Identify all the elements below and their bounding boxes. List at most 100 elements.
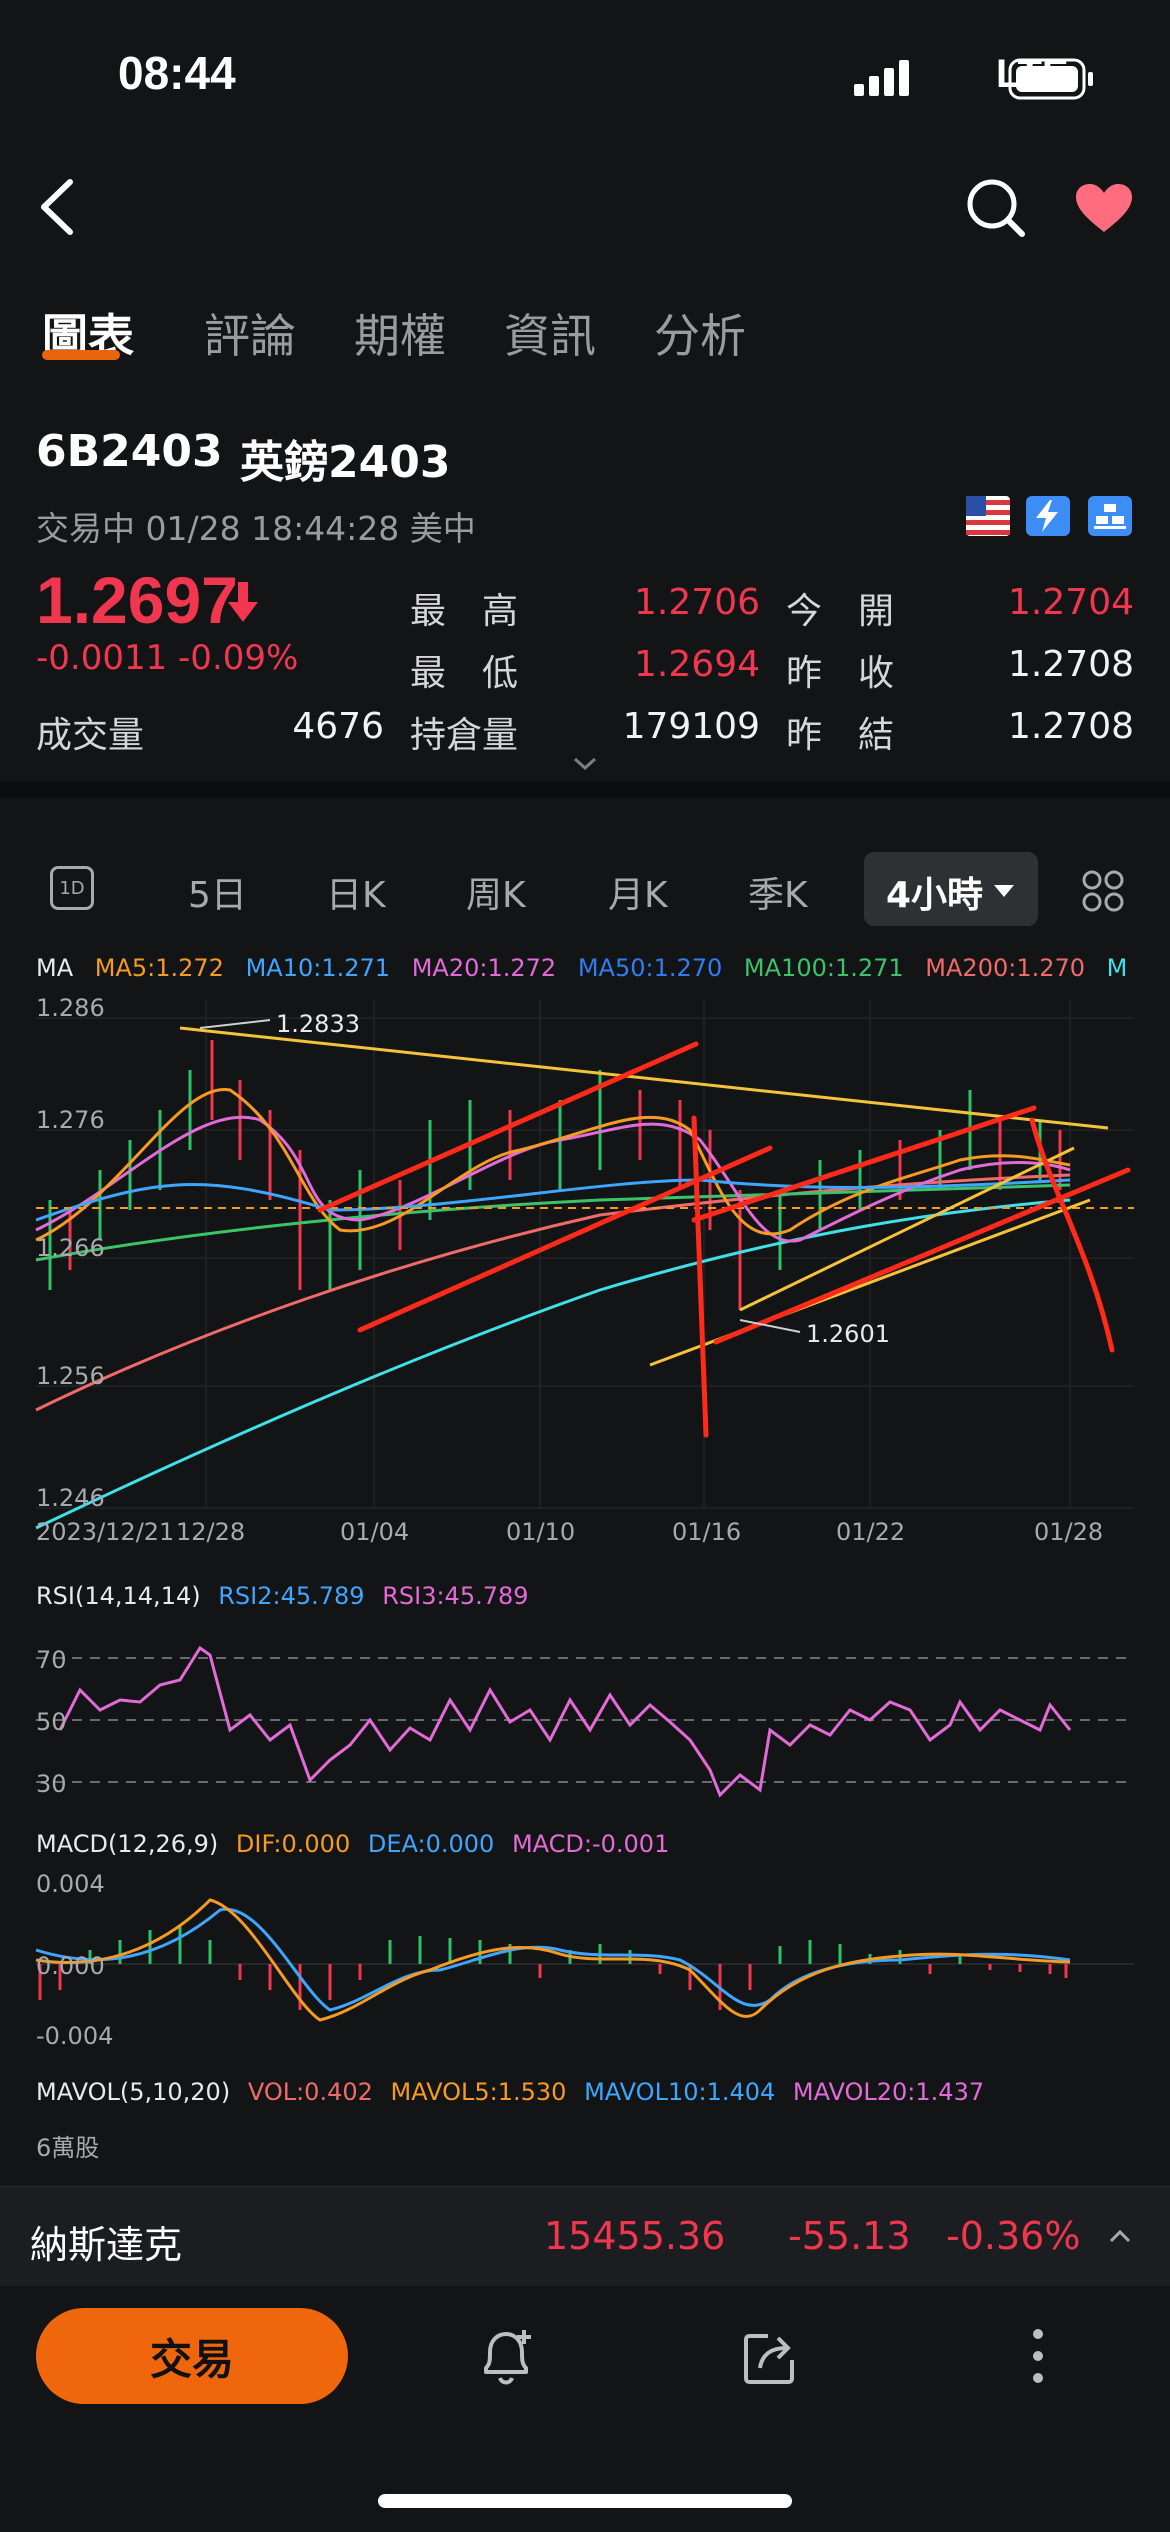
mavol-title: MAVOL(5,10,20) (36, 2078, 231, 2106)
ma250-label: MA250:1.2 (1106, 954, 1126, 982)
mavol10-label: MAVOL10:1.404 (584, 2078, 776, 2106)
price-change: -0.0011 -0.09% (36, 638, 299, 678)
volume-label: 成交量 (36, 715, 145, 756)
high-value: 1.2706 (634, 582, 760, 623)
chevron-up-icon[interactable] (1108, 2228, 1132, 2248)
trade-label: 交易 (149, 2334, 234, 2384)
mavol5-label: MAVOL5:1.530 (390, 2078, 567, 2106)
low-annotation: 1.2601 (806, 1320, 890, 1348)
y-tick-label: 1.266 (36, 1234, 105, 1262)
grid-layout-icon[interactable] (1082, 870, 1124, 916)
gold-bars-icon (1088, 496, 1132, 540)
macd-chart[interactable]: 0.004 0.000 -0.004 (0, 1870, 1170, 2050)
period-daily[interactable]: 日K (326, 866, 386, 918)
down-arrow-icon (228, 580, 258, 628)
open-interest-label: 持倉量 (410, 715, 519, 756)
x-tick-label: 2023/12/21 (36, 1518, 175, 1546)
ma-legend-title: MA (36, 954, 74, 982)
high-annotation: 1.2833 (276, 1010, 360, 1038)
signal-icon (854, 60, 912, 96)
prev-close-label: 昨 收 (786, 653, 895, 694)
instrument-code: 6B2403 (36, 426, 223, 477)
rsi-title: RSI(14,14,14) (36, 1582, 201, 1610)
open-interest-value: 179109 (622, 706, 760, 747)
favorite-heart-icon[interactable] (1074, 182, 1134, 238)
intraday-1d-label: 1D (59, 877, 85, 899)
rsi-chart[interactable]: 70 50 30 (0, 1630, 1170, 1810)
index-pct: -0.36% (946, 2214, 1081, 2258)
mavol-legend: MAVOL(5,10,20) VOL:0.402 MAVOL5:1.530 MA… (36, 2078, 984, 2106)
x-tick-label: 01/10 (506, 1518, 576, 1546)
dif-label: DIF:0.000 (235, 1830, 351, 1858)
more-options-icon[interactable] (1028, 2328, 1048, 2388)
price-chart[interactable]: 1.286 1.276 1.266 1.256 1.246 1.2833 1.2… (0, 990, 1170, 1550)
home-indicator (378, 2494, 792, 2508)
rsi3-label: RSI3:45.789 (382, 1582, 529, 1610)
tab-analysis[interactable]: 分析 (654, 300, 746, 366)
prev-close-value: 1.2708 (1008, 644, 1134, 685)
x-tick-label: 01/16 (672, 1518, 742, 1546)
intraday-1d-button[interactable]: 1D (50, 866, 94, 910)
tab-comments[interactable]: 評論 (204, 300, 296, 366)
rsi-level-label: 30 (36, 1770, 67, 1798)
ma-legend: MA MA5:1.272 MA10:1.271 MA20:1.272 MA50:… (36, 954, 1126, 982)
ma20-label: MA20:1.272 (411, 954, 557, 982)
period-5d[interactable]: 5日 (188, 866, 247, 918)
period-monthly[interactable]: 月K (608, 866, 668, 918)
macd-legend: MACD(12,26,9) DIF:0.000 DEA:0.000 MACD:-… (36, 1830, 669, 1858)
instrument-name: 英鎊2403 (240, 437, 451, 488)
prev-settle-label: 昨 結 (786, 715, 895, 756)
low-value: 1.2694 (634, 644, 760, 685)
status-time: 08:44 (118, 47, 236, 99)
y-tick-label: 1.256 (36, 1362, 105, 1390)
us-flag-icon (966, 496, 1010, 540)
rsi2-label: RSI2:45.789 (218, 1582, 365, 1610)
volume-value: 4676 (292, 706, 384, 747)
y-tick-label: 1.286 (36, 994, 105, 1022)
share-icon[interactable] (742, 2328, 800, 2390)
macd-tick-label: -0.004 (36, 2022, 113, 2050)
tab-options[interactable]: 期權 (354, 300, 446, 366)
x-tick-label: 01/22 (836, 1518, 906, 1546)
rsi-legend: RSI(14,14,14) RSI2:45.789 RSI3:45.789 (36, 1582, 529, 1610)
macd-title: MACD(12,26,9) (36, 1830, 219, 1858)
period-4h-label: 4小時 (886, 875, 984, 916)
open-value: 1.2704 (1008, 582, 1134, 623)
ma100-label: MA100:1.271 (743, 954, 904, 982)
tab-news[interactable]: 資訊 (504, 300, 596, 366)
price-alert-bell-icon[interactable] (478, 2326, 536, 2392)
y-tick-label: 1.246 (36, 1484, 105, 1512)
period-weekly[interactable]: 周K (466, 866, 526, 918)
section-divider (0, 782, 1170, 798)
y-tick-label: 1.276 (36, 1106, 105, 1134)
rsi-level-label: 70 (36, 1646, 67, 1674)
vol-label: VOL:0.402 (247, 2078, 373, 2106)
open-label: 今 開 (786, 591, 895, 632)
expand-chevron-icon[interactable] (572, 756, 598, 776)
ma10-label: MA10:1.271 (245, 954, 391, 982)
period-quarterly[interactable]: 季K (748, 866, 808, 918)
search-icon[interactable] (964, 176, 1028, 244)
ma200-label: MA200:1.270 (925, 954, 1086, 982)
level2-icon (1026, 496, 1070, 540)
dropdown-caret-icon (994, 884, 1014, 903)
index-name: 納斯達克 (30, 2223, 183, 2267)
mavol20-label: MAVOL20:1.437 (792, 2078, 985, 2106)
trade-button[interactable]: 交易 (36, 2308, 348, 2404)
last-price: 1.2697 (36, 563, 238, 637)
index-change: -55.13 (788, 2214, 911, 2258)
volume-unit: 6萬股 (36, 2134, 100, 2162)
macd-value-label: MACD:-0.001 (511, 1830, 670, 1858)
battery-icon (1008, 58, 1094, 104)
prev-settle-value: 1.2708 (1008, 706, 1134, 747)
x-tick-label: 01/28 (1034, 1518, 1104, 1546)
high-label: 最 高 (410, 591, 519, 632)
trading-status: 交易中 01/28 18:44:28 美中 (36, 509, 476, 548)
macd-tick-label: 0.000 (36, 1952, 105, 1980)
tab-active-indicator (42, 350, 120, 360)
index-value: 15455.36 (544, 2214, 726, 2258)
back-icon[interactable] (36, 176, 76, 242)
ma5-label: MA5:1.272 (94, 954, 224, 982)
rsi-level-label: 50 (36, 1708, 67, 1736)
macd-tick-label: 0.004 (36, 1870, 105, 1898)
